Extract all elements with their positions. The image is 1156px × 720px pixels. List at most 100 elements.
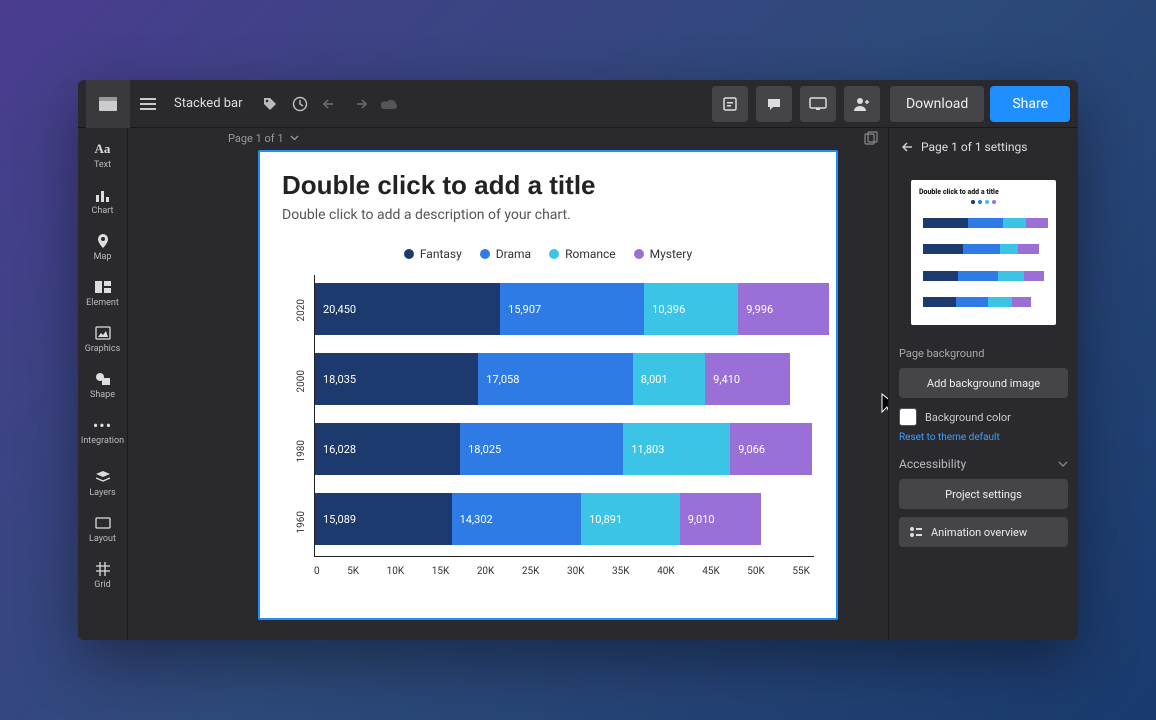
add-background-image-button[interactable]: Add background image bbox=[899, 368, 1068, 398]
collaborators-button[interactable] bbox=[844, 86, 880, 122]
sidebar-item-grid[interactable]: Grid bbox=[78, 554, 128, 600]
history-button[interactable] bbox=[285, 89, 315, 119]
page-selector[interactable]: Page 1 of 1 bbox=[228, 132, 299, 145]
animation-overview-button[interactable]: Animation overview bbox=[899, 517, 1068, 547]
add-background-image-label: Add background image bbox=[927, 377, 1040, 390]
sidebar-item-chart[interactable]: Chart bbox=[78, 180, 128, 226]
layers-icon bbox=[94, 468, 112, 486]
canvas-wrap: Double click to add a title Double click… bbox=[128, 148, 888, 640]
duplicate-page-button[interactable] bbox=[864, 131, 878, 145]
bar-segment: 10,891 bbox=[581, 493, 680, 545]
x-tick: 50K bbox=[747, 566, 765, 577]
hamburger-menu-button[interactable] bbox=[130, 98, 166, 110]
notes-icon bbox=[722, 96, 738, 112]
element-icon bbox=[94, 278, 112, 296]
sidebar-item-label: Grid bbox=[94, 580, 110, 590]
legend-swatch bbox=[549, 249, 559, 259]
bar-segment: 20,450 bbox=[315, 283, 500, 335]
project-settings-button[interactable]: Project settings bbox=[899, 479, 1068, 509]
bar-segment: 16,028 bbox=[315, 423, 460, 475]
integration-icon: ••• bbox=[94, 416, 112, 434]
sidebar-item-label: Graphics bbox=[85, 344, 120, 354]
right-panel-header[interactable]: Page 1 of 1 settings bbox=[899, 136, 1068, 158]
layout-icon bbox=[94, 514, 112, 532]
sidebar-item-layers[interactable]: Layers bbox=[78, 462, 128, 508]
present-button[interactable] bbox=[800, 86, 836, 122]
cursor-icon bbox=[880, 392, 888, 418]
chart-plot: 20,45015,90710,3969,99618,03517,0588,001… bbox=[314, 275, 814, 557]
legend-swatch bbox=[634, 249, 644, 259]
bar-segment: 17,058 bbox=[478, 353, 632, 405]
x-tick: 5K bbox=[347, 566, 359, 577]
graphics-icon bbox=[94, 324, 112, 342]
page-strip: Page 1 of 1 bbox=[128, 128, 888, 148]
bar-segment: 15,907 bbox=[500, 283, 644, 335]
sidebar-item-label: Chart bbox=[92, 206, 114, 216]
sidebar-item-graphics[interactable]: Graphics bbox=[78, 318, 128, 364]
download-label: Download bbox=[906, 96, 968, 112]
sidebar-item-text[interactable]: Aa Text bbox=[78, 134, 128, 180]
copy-icon bbox=[864, 131, 878, 145]
x-tick: 15K bbox=[432, 566, 450, 577]
left-sidebar: Aa Text Chart Map Element Graphics Sh bbox=[78, 128, 128, 640]
sidebar-item-map[interactable]: Map bbox=[78, 226, 128, 272]
x-tick: 10K bbox=[387, 566, 405, 577]
tag-button[interactable] bbox=[255, 89, 285, 119]
share-button[interactable]: Share bbox=[990, 86, 1070, 122]
x-tick: 30K bbox=[567, 566, 585, 577]
page-thumbnail-box: Double click to add a title bbox=[899, 168, 1068, 337]
redo-button[interactable] bbox=[345, 89, 375, 119]
legend-item: Romance bbox=[549, 247, 616, 261]
y-tick: 2020 bbox=[296, 299, 307, 321]
notes-button[interactable] bbox=[712, 86, 748, 122]
accessibility-label: Accessibility bbox=[899, 457, 966, 471]
chart-legend: FantasyDramaRomanceMystery bbox=[282, 247, 814, 261]
right-panel-title: Page 1 of 1 settings bbox=[921, 140, 1027, 154]
bar-segment: 10,396 bbox=[644, 283, 738, 335]
sidebar-item-label: Map bbox=[94, 252, 112, 262]
bar-segment: 11,803 bbox=[623, 423, 730, 475]
present-icon bbox=[809, 97, 827, 111]
right-panel: Page 1 of 1 settings Double click to add… bbox=[888, 128, 1078, 640]
legend-item: Fantasy bbox=[404, 247, 462, 261]
chart-title[interactable]: Double click to add a title bbox=[282, 170, 814, 201]
clock-icon bbox=[292, 96, 308, 112]
reset-theme-link[interactable]: Reset to theme default bbox=[899, 432, 1068, 443]
background-color-swatch[interactable] bbox=[899, 408, 917, 426]
sidebar-item-layout[interactable]: Layout bbox=[78, 508, 128, 554]
x-tick: 35K bbox=[612, 566, 630, 577]
chart-x-axis: 05K10K15K20K25K30K35K40K45K50K55K bbox=[314, 566, 814, 577]
project-settings-label: Project settings bbox=[945, 488, 1022, 501]
sidebar-item-integration[interactable]: ••• Integration bbox=[78, 410, 128, 456]
cloud-button[interactable] bbox=[375, 89, 405, 119]
text-icon: Aa bbox=[94, 140, 112, 158]
background-color-label: Background color bbox=[925, 411, 1011, 424]
page-canvas[interactable]: Double click to add a title Double click… bbox=[258, 150, 838, 620]
topbar: Stacked bar Download Share bbox=[78, 80, 1078, 128]
legend-label: Romance bbox=[565, 247, 616, 261]
bar-segment: 14,302 bbox=[452, 493, 581, 545]
document-title[interactable]: Stacked bar bbox=[174, 96, 243, 111]
x-tick: 25K bbox=[522, 566, 540, 577]
comment-button[interactable] bbox=[756, 86, 792, 122]
sidebar-item-label: Layers bbox=[89, 488, 115, 498]
undo-button[interactable] bbox=[315, 89, 345, 119]
chart-y-axis: 2020200019801960 bbox=[296, 275, 307, 557]
x-tick: 55K bbox=[792, 566, 810, 577]
y-tick: 1980 bbox=[296, 440, 307, 462]
y-tick: 2000 bbox=[296, 370, 307, 392]
redo-icon bbox=[352, 98, 368, 110]
x-tick: 40K bbox=[657, 566, 675, 577]
animation-overview-label: Animation overview bbox=[931, 526, 1027, 539]
sidebar-item-shape[interactable]: Shape bbox=[78, 364, 128, 410]
sidebar-item-element[interactable]: Element bbox=[78, 272, 128, 318]
chart-area[interactable]: 2020200019801960 20,45015,90710,3969,996… bbox=[282, 275, 814, 585]
bar-segment: 15,089 bbox=[315, 493, 452, 545]
main-row: Aa Text Chart Map Element Graphics Sh bbox=[78, 128, 1078, 640]
page-thumbnail[interactable]: Double click to add a title bbox=[911, 180, 1056, 325]
home-button[interactable] bbox=[86, 80, 130, 128]
person-add-icon bbox=[853, 96, 871, 112]
accessibility-accordion[interactable]: Accessibility bbox=[899, 457, 1068, 471]
download-button[interactable]: Download bbox=[890, 86, 984, 122]
chart-description[interactable]: Double click to add a description of you… bbox=[282, 207, 814, 223]
